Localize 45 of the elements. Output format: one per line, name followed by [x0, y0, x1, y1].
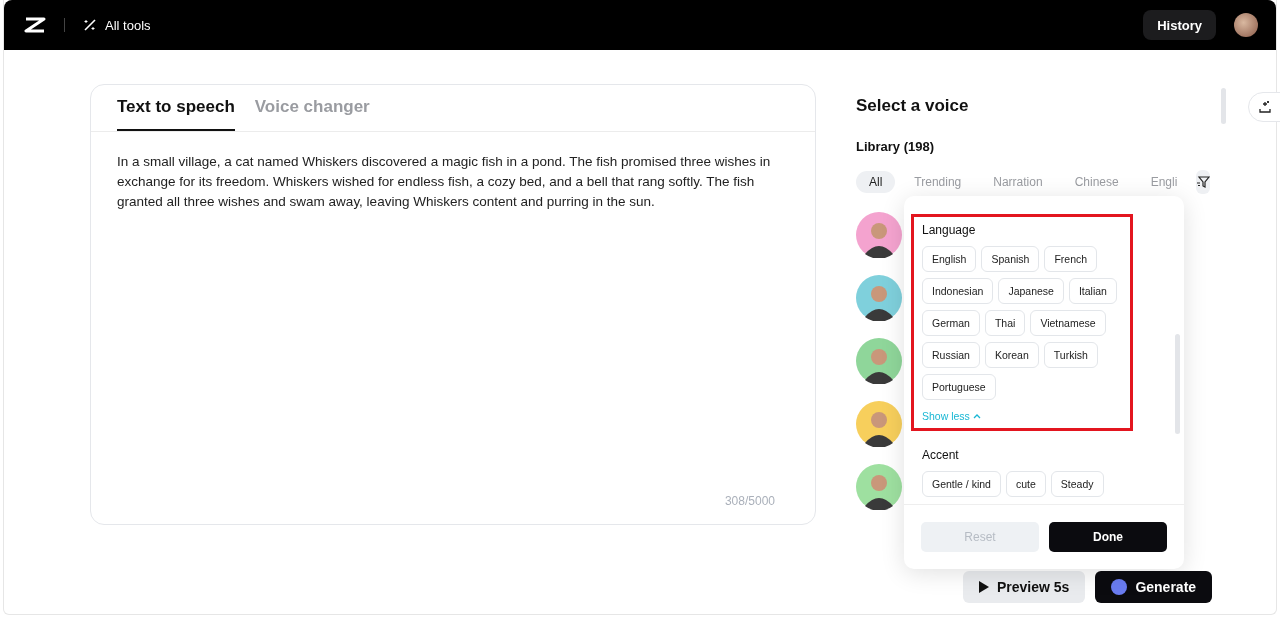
all-tools-link[interactable]: All tools — [83, 17, 151, 33]
voice-avatar[interactable] — [856, 338, 902, 384]
scrollbar[interactable] — [1221, 88, 1226, 124]
filter-chip[interactable]: Thai — [984, 310, 1026, 336]
voice-avatar[interactable] — [856, 212, 902, 258]
filter-chip[interactable]: cute — [1005, 471, 1046, 497]
filter-chip[interactable]: Portuguese — [922, 374, 996, 400]
panel-title: Select a voice — [856, 96, 970, 116]
filter-chip[interactable]: Russian — [922, 342, 980, 368]
filter-chip[interactable]: Gentle / kind — [922, 471, 1001, 497]
filter-chip[interactable]: Japanese — [998, 278, 1064, 304]
voice-avatar[interactable] — [856, 401, 902, 447]
script-text[interactable]: In a small village, a cat named Whiskers discovered a magic fish in a pond. The fish promised three wishes in exchange for its freedom. Whiskers wished for endless fish, a cozy bed, and a bell that rang softly. The fish granted all three wishes and swam away, leaving Whiskers content and purring in the sun. — [117, 152, 775, 494]
history-button[interactable]: History — [1143, 10, 1216, 40]
filter-button[interactable] — [1196, 170, 1211, 194]
filter-chip[interactable]: Steady — [1050, 471, 1104, 497]
filter-chip[interactable]: Spanish — [981, 246, 1040, 272]
user-avatar[interactable] — [1234, 13, 1258, 37]
character-counter: 308/5000 — [724, 494, 775, 508]
scrollbar[interactable] — [1175, 334, 1180, 434]
preview-button[interactable]: Preview 5s — [963, 571, 1086, 603]
sparkle-button[interactable] — [1248, 92, 1280, 122]
sparkle-icon — [1258, 100, 1272, 114]
orb-icon — [1111, 579, 1128, 595]
chevron-up-icon — [972, 413, 981, 419]
filter-chip[interactable]: Korean — [984, 342, 1039, 368]
filter-chip[interactable]: Indonesian — [922, 278, 994, 304]
category-chip[interactable]: All — [856, 171, 896, 193]
voice-avatar[interactable] — [856, 275, 902, 321]
voice-avatar[interactable] — [856, 464, 902, 510]
filter-chip[interactable]: Vietnamese — [1030, 310, 1106, 336]
done-button[interactable]: Done — [1049, 522, 1167, 552]
play-icon — [979, 581, 989, 593]
library-label: Library (198) — [856, 139, 936, 154]
section-title: Language — [922, 223, 977, 237]
filter-chip[interactable]: Italian — [1068, 278, 1117, 304]
filter-chip[interactable]: English — [922, 246, 977, 272]
filter-icon — [1196, 175, 1211, 189]
filter-chip[interactable]: Turkish — [1043, 342, 1098, 368]
filter-chip[interactable]: German — [922, 310, 980, 336]
section-title: Accent — [922, 448, 960, 462]
tab[interactable]: Text to speech — [117, 85, 235, 131]
generate-button[interactable]: Generate — [1095, 571, 1213, 603]
filter-chip[interactable]: French — [1044, 246, 1098, 272]
logo-icon[interactable] — [24, 17, 46, 33]
